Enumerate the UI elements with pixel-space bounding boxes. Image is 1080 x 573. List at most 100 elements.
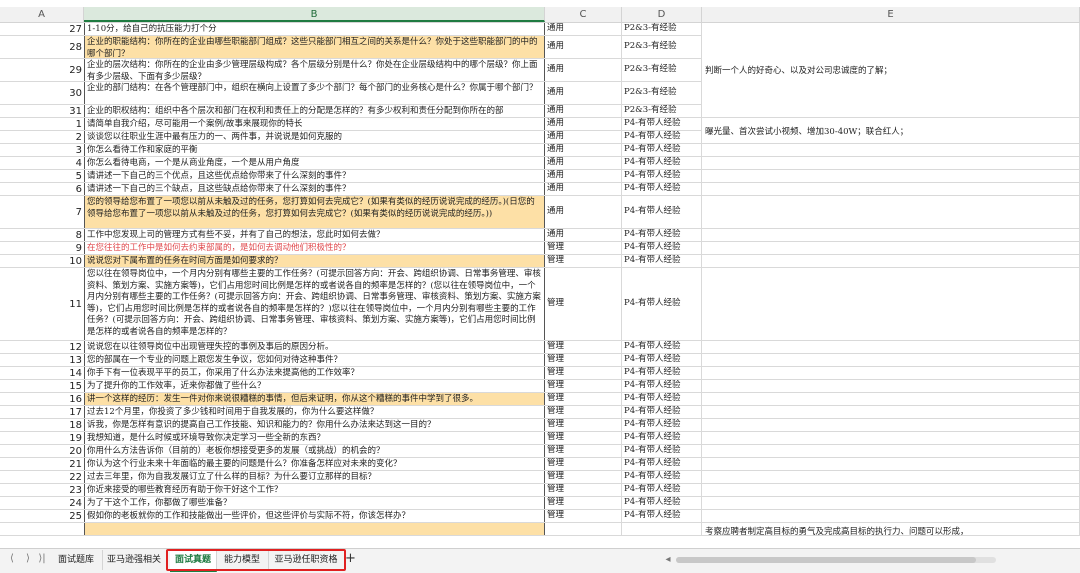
level-cell[interactable]: P4-有带人经验 (622, 196, 702, 228)
question-cell[interactable]: 诉我，你是怎样有意识的提高自己工作技能、知识和能力的？你用什么办法来达到这一目的… (84, 419, 545, 431)
question-cell[interactable]: 你怎么看待工作和家庭的平衡 (84, 144, 545, 156)
level-cell[interactable]: P4-有带人经验 (622, 255, 702, 267)
question-cell[interactable]: 企业的职权结构：组织中各个层次和部门在权利和责任上的分配是怎样的？有多少权利和责… (84, 105, 545, 117)
question-cell[interactable]: 你认为这个行业未来十年面临的最主要的问题是什么？你准备怎样应对未来的变化？ (84, 458, 545, 470)
category-cell[interactable]: 管理 (545, 471, 622, 483)
category-cell[interactable]: 管理 (545, 268, 622, 340)
category-cell[interactable]: 管理 (545, 242, 622, 254)
column-header-b[interactable]: B (84, 7, 545, 22)
level-cell[interactable]: P4-有带人经验 (622, 170, 702, 182)
note-cell[interactable] (702, 419, 1080, 431)
note-cell[interactable] (702, 432, 1080, 444)
category-cell[interactable]: 通用 (545, 23, 622, 35)
note-cell[interactable] (702, 170, 1080, 182)
question-cell[interactable]: 企业的层次结构：你所在的企业由多少管理层级构成？各个层级分别是什么？你处在企业层… (84, 59, 545, 81)
level-cell[interactable]: P4-有带人经验 (622, 341, 702, 353)
question-cell[interactable]: 讲一个这样的经历：发生一件对你来说很糟糕的事情，但后来证明，你从这个糟糕的事件中… (84, 393, 545, 405)
level-cell[interactable]: P4-有带人经验 (622, 354, 702, 366)
row-number[interactable]: 9 (0, 242, 84, 254)
level-cell[interactable]: P4-有带人经验 (622, 458, 702, 470)
level-cell[interactable]: P4-有带人经验 (622, 406, 702, 418)
category-cell[interactable]: 管理 (545, 380, 622, 392)
level-cell[interactable]: P4-有带人经验 (622, 242, 702, 254)
category-cell[interactable]: 通用 (545, 105, 622, 117)
question-cell[interactable]: 为了提升你的工作效率，近来你都做了些什么？ (84, 380, 545, 392)
level-cell[interactable]: P4-有带人经验 (622, 510, 702, 522)
level-cell[interactable]: P4-有带人经验 (622, 367, 702, 379)
note-cell[interactable] (702, 229, 1080, 241)
spreadsheet-grid[interactable]: 27 1-10分，给自己的抗压能力打个分 通用 P2&3-有经验 28 企业的职能结构：你… (0, 23, 1080, 548)
question-cell[interactable]: 我想知道，是什么时候或环境导致你决定学习一些全新的东西？ (84, 432, 545, 444)
category-cell[interactable]: 管理 (545, 419, 622, 431)
category-cell[interactable]: 通用 (545, 170, 622, 182)
question-cell[interactable] (84, 523, 545, 535)
level-cell[interactable]: P4-有带人经验 (622, 157, 702, 169)
category-cell[interactable]: 通用 (545, 36, 622, 58)
horizontal-scrollbar[interactable] (676, 557, 996, 563)
question-cell[interactable]: 请讲述一下自己的三个缺点，且这些缺点给你带来了什么深刻的事件？ (84, 183, 545, 195)
row-number[interactable]: 15 (0, 380, 84, 392)
scroll-left-icon[interactable]: ◂ (662, 554, 674, 565)
row-number[interactable]: 16 (0, 393, 84, 405)
level-cell[interactable]: P4-有带人经验 (622, 131, 702, 143)
category-cell[interactable]: 通用 (545, 59, 622, 81)
row-number[interactable]: 29 (0, 59, 84, 81)
category-cell[interactable]: 管理 (545, 255, 622, 267)
tab-amazon-related[interactable]: 亚马逊强相关 (102, 550, 167, 570)
note-cell[interactable] (702, 445, 1080, 457)
question-cell[interactable]: 你用什么方法告诉你（目前的）老板你想接受更多的发展（或挑战）的机会的？ (84, 445, 545, 457)
level-cell[interactable]: P4-有带人经验 (622, 484, 702, 496)
category-cell[interactable]: 通用 (545, 183, 622, 195)
level-cell[interactable]: P4-有带人经验 (622, 229, 702, 241)
row-number[interactable]: 22 (0, 471, 84, 483)
level-cell[interactable]: P4-有带人经验 (622, 183, 702, 195)
row-number[interactable]: 28 (0, 36, 84, 58)
merged-note-cell[interactable]: 曝光量、首次尝试小视频、增加30-40W；联合红人； (702, 118, 1080, 144)
question-cell[interactable]: 你怎么看待电商，一个是从商业角度，一个是从用户角度 (84, 157, 545, 169)
level-cell[interactable]: P4-有带人经验 (622, 445, 702, 457)
row-number[interactable] (0, 523, 84, 535)
row-number[interactable]: 14 (0, 367, 84, 379)
question-cell[interactable]: 为了干这个工作，你都做了哪些准备？ (84, 497, 545, 509)
note-cell[interactable] (702, 157, 1080, 169)
merged-note-cell[interactable]: 判断一个人的好奇心、以及对公司忠诚度的了解； (702, 23, 1080, 118)
note-cell[interactable] (702, 354, 1080, 366)
row-number[interactable]: 25 (0, 510, 84, 522)
category-cell[interactable]: 管理 (545, 393, 622, 405)
category-cell[interactable]: 管理 (545, 445, 622, 457)
question-cell[interactable]: 请讲述一下自己的三个优点，且这些优点给你带来了什么深刻的事件？ (84, 170, 545, 182)
row-number[interactable]: 2 (0, 131, 84, 143)
row-number[interactable]: 17 (0, 406, 84, 418)
category-cell[interactable]: 管理 (545, 367, 622, 379)
category-cell[interactable]: 通用 (545, 229, 622, 241)
note-cell[interactable] (702, 510, 1080, 522)
question-cell[interactable]: 请简单自我介绍，尽可能用一个案例/故事来展现你的特长 (84, 118, 545, 130)
question-cell[interactable]: 企业的职能结构：你所在的企业由哪些职能部门组成？这些只能部门相互之间的关系是什么… (84, 36, 545, 58)
row-number[interactable]: 7 (0, 196, 84, 228)
category-cell[interactable]: 管理 (545, 432, 622, 444)
category-cell[interactable]: 管理 (545, 510, 622, 522)
question-cell[interactable]: 你近来接受的哪些教育经历有助于你干好这个工作？ (84, 484, 545, 496)
category-cell[interactable]: 通用 (545, 144, 622, 156)
note-cell[interactable] (702, 393, 1080, 405)
question-cell[interactable]: 您的部属在一个专业的问题上跟您发生争议，您如何对待这种事件？ (84, 354, 545, 366)
row-number[interactable]: 27 (0, 23, 84, 35)
question-cell[interactable]: 假如你的老板就你的工作和技能做出一些评价，但这些评价与实际不符，你该怎样办？ (84, 510, 545, 522)
row-number[interactable]: 30 (0, 82, 84, 104)
question-cell[interactable]: 您以往在领导岗位中，一个月内分别有哪些主要的工作任务？(可提示回答方向：开会、跨… (84, 268, 545, 340)
category-cell[interactable]: 通用 (545, 82, 622, 104)
level-cell[interactable]: P4-有带人经验 (622, 118, 702, 130)
row-number[interactable]: 24 (0, 497, 84, 509)
category-cell[interactable]: 通用 (545, 196, 622, 228)
note-cell[interactable] (702, 196, 1080, 228)
column-header-d[interactable]: D (622, 7, 702, 22)
tab-interview-bank[interactable]: 面试题库 (50, 550, 103, 570)
question-cell[interactable]: 说说您在以往领导岗位中出现管理失控的事例及事后的原因分析。 (84, 341, 545, 353)
level-cell[interactable]: P2&3-有经验 (622, 105, 702, 117)
note-cell[interactable] (702, 367, 1080, 379)
level-cell[interactable]: P4-有带人经验 (622, 432, 702, 444)
level-cell[interactable]: P4-有带人经验 (622, 471, 702, 483)
note-cell[interactable] (702, 268, 1080, 340)
row-number[interactable]: 19 (0, 432, 84, 444)
level-cell[interactable]: P4-有带人经验 (622, 268, 702, 340)
